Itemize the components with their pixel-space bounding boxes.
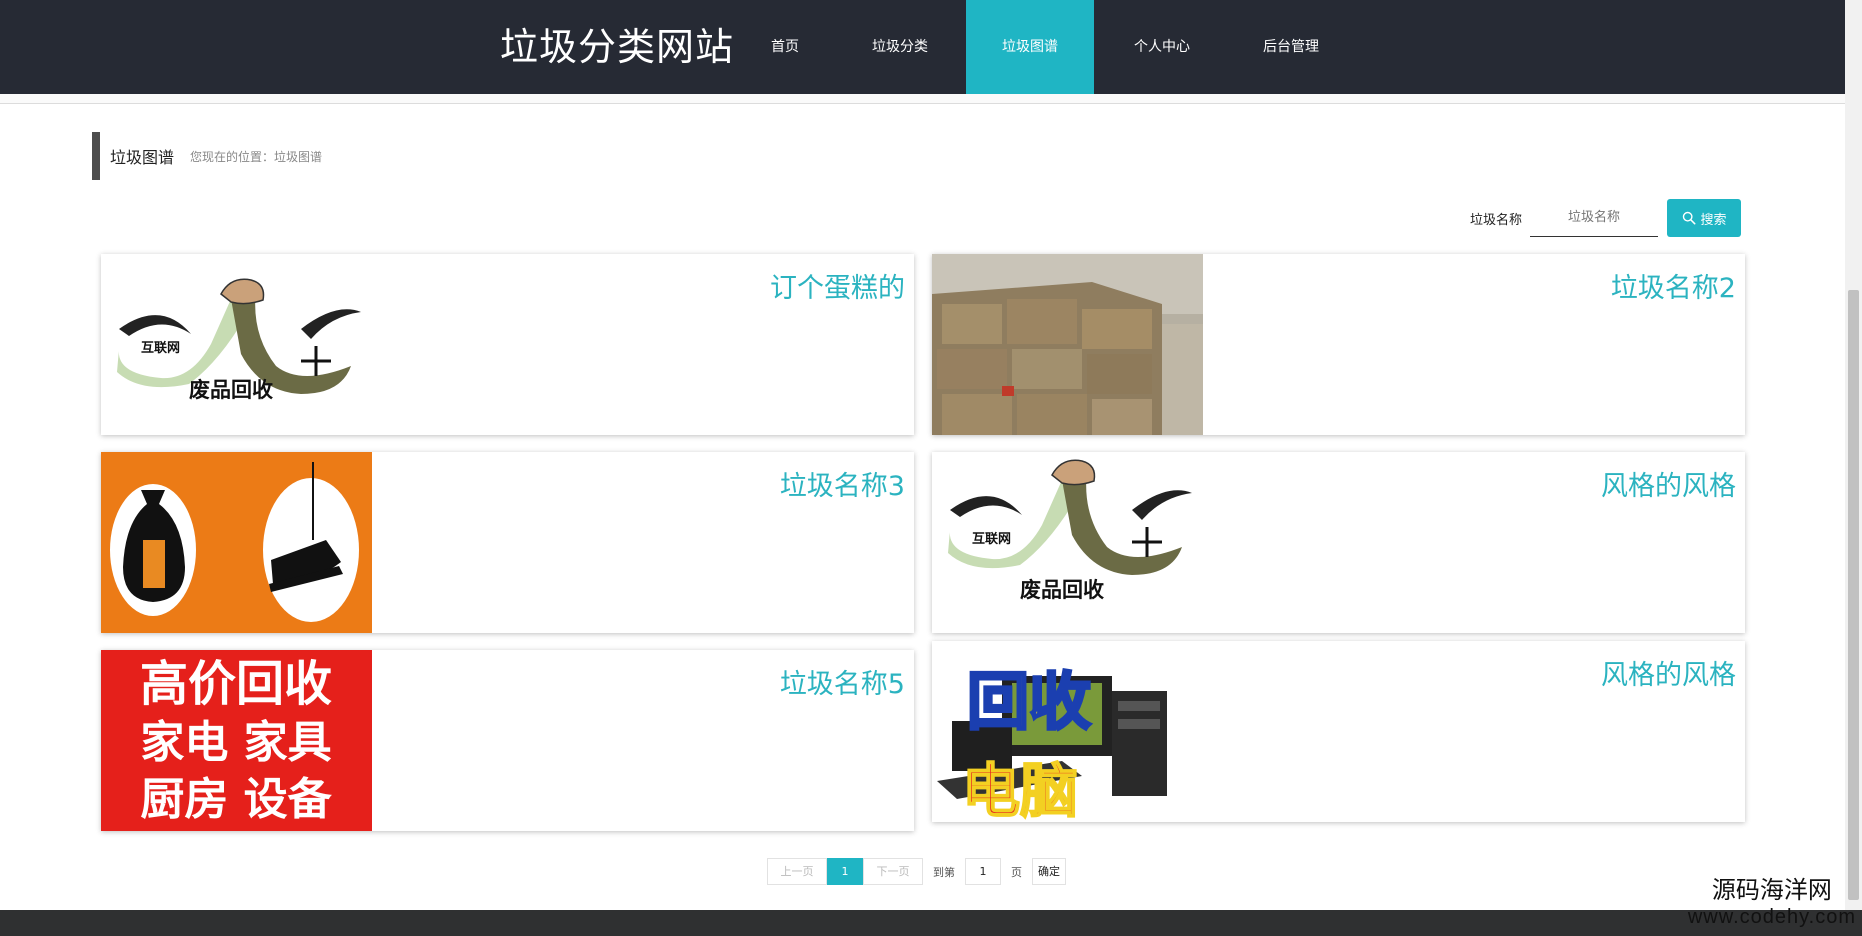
nav-item-home[interactable]: 首页 [736,0,834,94]
page-unit-label: 页 [1011,865,1022,879]
card-item[interactable]: 垃圾名称3 [101,452,914,633]
breadcrumb-location: 您现在的位置：垃圾图谱 [190,149,323,164]
card-title[interactable]: 垃圾名称3 [780,464,905,503]
card-image-computer-recycling[interactable]: 回收 电脑 [932,641,1203,822]
svg-text:电脑: 电脑 [962,757,1078,822]
svg-text:高价回收: 高价回收 [140,656,332,712]
card-item[interactable]: 互联网 废品回收 订个蛋糕的 [101,254,914,435]
card-title[interactable]: 垃圾名称2 [1611,266,1736,305]
page-number-current[interactable]: 1 [827,858,863,885]
card-title[interactable]: 订个蛋糕的 [770,266,905,305]
svg-text:互联网: 互联网 [972,532,1011,547]
pagination: 上一页 1 下一页 到第 页 确定 [767,858,1066,885]
goto-page-input[interactable] [965,858,1001,885]
header-divider [0,94,1845,104]
main-nav: 首页 垃圾分类 垃圾图谱 个人中心 后台管理 [736,0,1352,94]
svg-text:家电 家具: 家电 家具 [140,717,331,768]
card-image-recycle-logo[interactable]: 互联网 废品回收 [932,452,1203,633]
goto-confirm-button[interactable]: 确定 [1032,858,1066,885]
vertical-scrollbar[interactable] [1845,0,1862,910]
search-input[interactable] [1530,199,1659,237]
card-image-recycle-ad-banner[interactable]: 高价回收 家电 家具 厨房 设备 [101,650,372,831]
svg-text:废品回收: 废品回收 [1020,578,1104,602]
card-title[interactable]: 风格的风格 [1601,464,1736,503]
card-item[interactable]: 垃圾名称2 [932,254,1745,435]
card-image-recycle-logo[interactable]: 互联网 废品回收 [101,254,372,435]
top-navbar: 垃圾分类网站 首页 垃圾分类 垃圾图谱 个人中心 后台管理 [0,0,1845,94]
scrollbar-thumb[interactable] [1848,290,1859,900]
search-label: 垃圾名称 [1470,212,1523,228]
footer [0,910,1862,936]
page: 垃圾分类网站 首页 垃圾分类 垃圾图谱 个人中心 后台管理 垃圾图谱 您现在的位… [0,0,1862,936]
prev-page-button[interactable]: 上一页 [767,858,827,885]
card-item[interactable]: 高价回收 家电 家具 厨房 设备 垃圾名称5 [101,650,914,831]
svg-text:回收: 回收 [967,665,1091,738]
nav-item-atlas[interactable]: 垃圾图谱 [966,0,1094,94]
watermark: 源码海洋网 www.codehy.com [1688,875,1856,929]
card-item[interactable]: 互联网 废品回收 风格的风格 [932,452,1745,633]
next-page-button[interactable]: 下一页 [863,858,923,885]
breadcrumb-accent-bar [92,132,100,180]
watermark-name: 源码海洋网 [1711,876,1832,904]
svg-text:厨房 设备: 厨房 设备 [140,774,332,825]
search-bar: 垃圾名称 搜索 [1470,198,1742,238]
nav-item-admin[interactable]: 后台管理 [1230,0,1352,94]
search-button[interactable]: 搜索 [1667,199,1742,237]
goto-page-label: 到第 [933,865,955,879]
card-image-bag-and-shoe[interactable] [101,452,372,633]
search-icon [1682,211,1695,225]
card-item[interactable]: 回收 电脑 风格的风格 [932,641,1745,822]
breadcrumb: 垃圾图谱 您现在的位置：垃圾图谱 [92,132,322,180]
site-title[interactable]: 垃圾分类网站 [500,24,734,70]
nav-item-user-center[interactable]: 个人中心 [1094,0,1230,94]
card-image-cardboard-bales[interactable] [932,254,1203,435]
svg-text:废品回收: 废品回收 [189,378,273,402]
card-title[interactable]: 风格的风格 [1601,653,1736,692]
page-title: 垃圾图谱 [110,148,175,167]
watermark-url: www.codehy.com [1687,906,1856,928]
nav-item-classification[interactable]: 垃圾分类 [834,0,966,94]
card-title[interactable]: 垃圾名称5 [780,662,905,701]
svg-text:互联网: 互联网 [141,341,180,356]
search-button-label: 搜索 [1700,212,1727,228]
